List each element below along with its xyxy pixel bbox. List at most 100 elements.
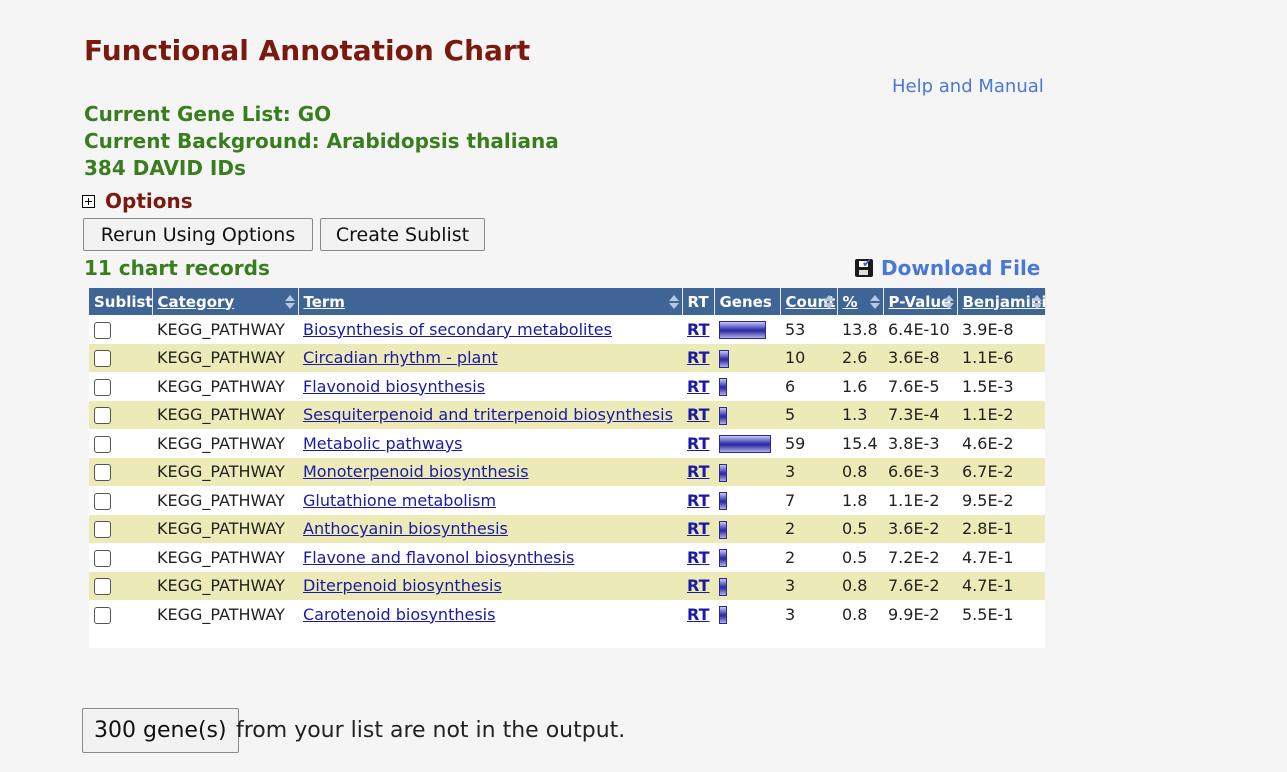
- term-link[interactable]: Carotenoid biosynthesis: [303, 605, 495, 624]
- benjamini-cell: 5.5E-1: [962, 604, 1014, 624]
- sublist-checkbox[interactable]: [94, 435, 111, 453]
- col-count[interactable]: Count: [780, 288, 838, 315]
- percent-cell: 15.4: [842, 433, 878, 453]
- rt-link[interactable]: RT: [687, 576, 710, 595]
- rt-link[interactable]: RT: [687, 434, 710, 453]
- count-cell: 6: [785, 376, 796, 396]
- sort-percent-link[interactable]: %: [843, 293, 858, 311]
- expand-plus-icon[interactable]: [82, 194, 95, 208]
- benjamini-cell: 4.7E-1: [962, 547, 1014, 567]
- sublist-checkbox[interactable]: [94, 464, 111, 482]
- genes-bar[interactable]: [719, 606, 727, 624]
- col-percent[interactable]: %: [837, 288, 884, 315]
- options-label: Options: [105, 189, 193, 213]
- term-link[interactable]: Metabolic pathways: [303, 434, 463, 453]
- sublist-checkbox[interactable]: [94, 606, 111, 624]
- sublist-cell: [89, 543, 152, 572]
- term-link[interactable]: Monoterpenoid biosynthesis: [303, 462, 529, 481]
- benjamini-cell: 9.5E-2: [962, 490, 1014, 510]
- col-category[interactable]: Category: [152, 288, 299, 315]
- rerun-options-button[interactable]: Rerun Using Options: [83, 218, 313, 251]
- rt-link[interactable]: RT: [687, 491, 710, 510]
- genes-bar[interactable]: [719, 406, 727, 425]
- sublist-checkbox[interactable]: [94, 549, 111, 567]
- term-link[interactable]: Biosynthesis of secondary metabolites: [303, 320, 612, 339]
- col-benjamini[interactable]: Benjamini: [957, 288, 1046, 315]
- genes-bar[interactable]: [719, 520, 727, 539]
- sublist-checkbox[interactable]: [94, 407, 111, 425]
- table-row: KEGG_PATHWAY Monoterpenoid biosynthesis RT…: [89, 457, 1045, 486]
- options-toggle[interactable]: Options: [82, 189, 193, 213]
- pvalue-cell: 7.6E-2: [883, 571, 957, 600]
- rt-cell: RT: [682, 600, 714, 629]
- sort-arrows-icon[interactable]: [1031, 295, 1042, 309]
- rt-link[interactable]: RT: [687, 548, 710, 567]
- genes-bar[interactable]: [719, 463, 727, 482]
- col-term[interactable]: Term: [298, 288, 683, 315]
- not-in-output-text: from your list are not in the output.: [236, 718, 626, 743]
- term-cell: Flavonoid biosynthesis: [298, 372, 682, 401]
- rt-link[interactable]: RT: [687, 377, 710, 396]
- genes-bar[interactable]: [719, 321, 766, 339]
- download-file-link[interactable]: Download File: [881, 256, 1040, 280]
- term-link[interactable]: Flavonoid biosynthesis: [303, 377, 485, 396]
- rt-link[interactable]: RT: [687, 320, 710, 339]
- genes-cell: [714, 571, 780, 600]
- rt-link[interactable]: RT: [687, 605, 710, 624]
- genes-bar[interactable]: [719, 435, 771, 453]
- create-sublist-button[interactable]: Create Sublist: [320, 218, 485, 251]
- term-link[interactable]: Diterpenoid biosynthesis: [303, 576, 502, 595]
- sublist-checkbox[interactable]: [94, 578, 111, 596]
- col-pvalue[interactable]: P-Value: [883, 288, 958, 315]
- rt-link[interactable]: RT: [687, 348, 710, 367]
- term-link[interactable]: Flavone and flavonol biosynthesis: [303, 548, 574, 567]
- sort-arrows-icon[interactable]: [823, 295, 834, 309]
- col-sublist: Sublist: [89, 288, 153, 315]
- rt-link[interactable]: RT: [687, 462, 710, 481]
- genes-bar[interactable]: [719, 349, 729, 368]
- col-rt: RT: [682, 288, 715, 315]
- genes-bar[interactable]: [719, 549, 727, 567]
- pvalue-cell: 1.1E-2: [888, 490, 940, 510]
- percent-cell: 2.6: [837, 343, 883, 372]
- term-link[interactable]: Sesquiterpenoid and triterpenoid biosynt…: [303, 405, 673, 424]
- sort-arrows-icon[interactable]: [668, 295, 679, 309]
- pvalue-cell: 7.6E-5: [888, 376, 940, 396]
- term-cell: Glutathione metabolism: [298, 486, 682, 515]
- category-cell: KEGG_PATHWAY: [152, 457, 298, 486]
- pvalue-cell: 9.9E-2: [888, 604, 940, 624]
- sublist-checkbox[interactable]: [94, 350, 111, 368]
- sublist-checkbox[interactable]: [94, 492, 111, 510]
- term-link[interactable]: Circadian rhythm - plant: [303, 348, 498, 367]
- category-cell: KEGG_PATHWAY: [152, 514, 298, 543]
- sublist-checkbox[interactable]: [94, 521, 111, 539]
- rt-cell: RT: [682, 514, 714, 543]
- category-cell: KEGG_PATHWAY: [152, 400, 298, 429]
- term-link[interactable]: Glutathione metabolism: [303, 491, 496, 510]
- term-cell: Diterpenoid biosynthesis: [298, 571, 682, 600]
- sublist-cell: [89, 315, 152, 344]
- sublist-cell: [89, 514, 152, 543]
- help-manual-link[interactable]: Help and Manual: [892, 76, 1044, 97]
- sort-arrows-icon[interactable]: [869, 295, 880, 309]
- genes-bar[interactable]: [719, 378, 727, 396]
- pvalue-cell: 6.6E-3: [883, 457, 957, 486]
- count-cell: 3: [780, 457, 837, 486]
- missing-genes-button[interactable]: 300 gene(s): [82, 708, 239, 753]
- genes-bar[interactable]: [719, 492, 727, 510]
- sublist-checkbox[interactable]: [94, 378, 111, 396]
- download-file[interactable]: ✔ Download File: [855, 256, 1040, 280]
- count-cell: 2: [780, 514, 837, 543]
- genes-bar[interactable]: [719, 577, 727, 596]
- term-link[interactable]: Anthocyanin biosynthesis: [303, 519, 508, 538]
- sort-arrows-icon[interactable]: [943, 295, 954, 309]
- sort-arrows-icon[interactable]: [284, 295, 295, 309]
- sublist-checkbox[interactable]: [94, 321, 111, 339]
- rt-link[interactable]: RT: [687, 405, 710, 424]
- sort-term-link[interactable]: Term: [304, 293, 345, 311]
- rt-link[interactable]: RT: [687, 519, 710, 538]
- annotation-table-container: Sublist Category Term RT Genes Count % P…: [89, 288, 1046, 648]
- term-cell: Carotenoid biosynthesis: [298, 600, 682, 629]
- sort-pvalue-link[interactable]: P-Value: [889, 293, 952, 311]
- sort-category-link[interactable]: Category: [158, 293, 235, 311]
